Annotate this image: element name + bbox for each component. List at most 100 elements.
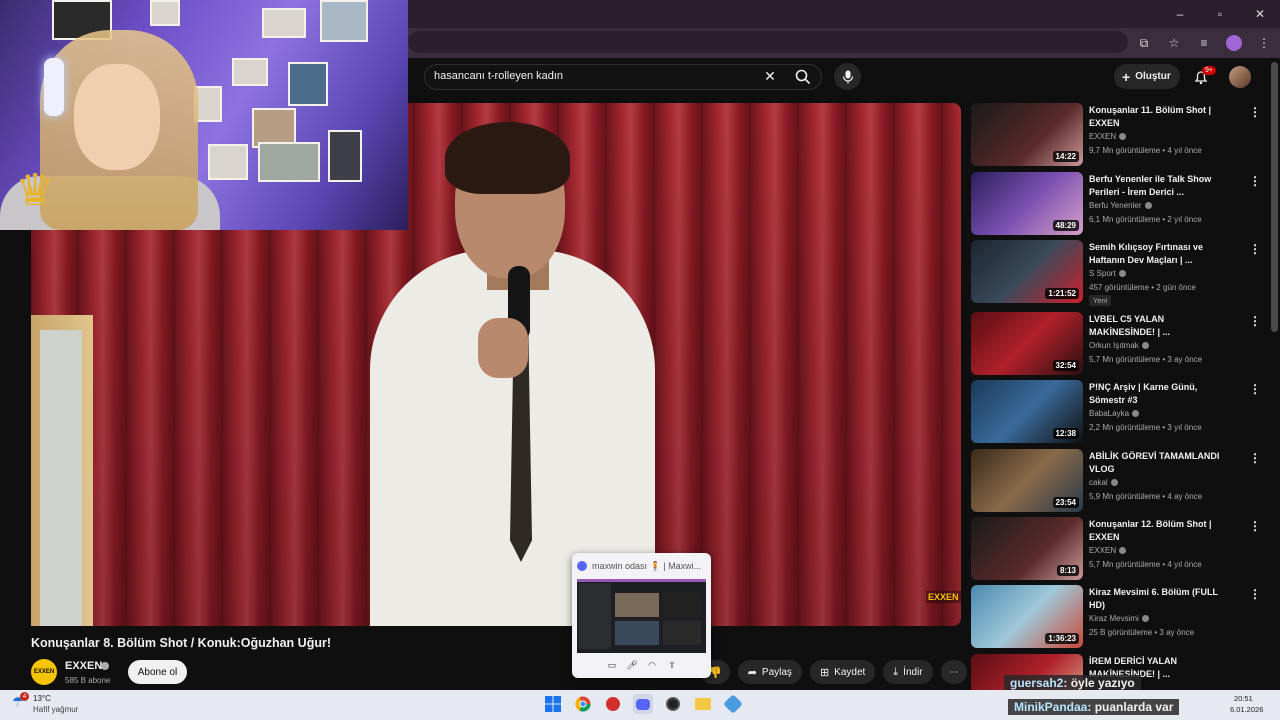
- video-action-bar: 👎 ➦ Paylaş ⊞ Kaydet ⤓ İndir ⋯: [700, 660, 967, 684]
- recommendation-item[interactable]: 14:22 Konuşanlar 11. Bölüm Shot | EXXEN …: [971, 103, 1261, 167]
- reading-list-icon[interactable]: ≡: [1196, 35, 1212, 51]
- clock-time[interactable]: 20:51: [1234, 694, 1253, 703]
- video-watermark: EXXEN: [926, 591, 961, 603]
- obs-icon[interactable]: [663, 694, 683, 714]
- settings-gear-icon[interactable]: [723, 694, 743, 714]
- recommendation-item[interactable]: 48:29 Berfu Yenenler ile Talk Show Peril…: [971, 172, 1261, 236]
- recommendation-title[interactable]: Semih Kılıçsoy Fırtınası ve Haftanın Dev…: [1089, 241, 1229, 267]
- kebab-menu-icon[interactable]: ⋮: [1249, 451, 1261, 465]
- recommendation-item[interactable]: 32:54 LVBEL C5 YALAN MAKİNESİNDE! | ... …: [971, 312, 1261, 376]
- minimize-button[interactable]: –: [1160, 0, 1200, 28]
- voice-search-button[interactable]: [834, 63, 861, 90]
- red-app-icon[interactable]: [603, 694, 623, 714]
- account-avatar[interactable]: [1229, 66, 1251, 88]
- kebab-menu-icon[interactable]: ⋮: [1249, 519, 1261, 533]
- recommendation-title[interactable]: Konuşanlar 11. Bölüm Shot | EXXEN: [1089, 104, 1229, 130]
- recommendation-title[interactable]: P!NÇ Arşiv | Karne Günü, Sömestr #3: [1089, 381, 1229, 407]
- chat-text: : puanlarda var: [1087, 700, 1174, 714]
- discord-icon[interactable]: [633, 694, 653, 714]
- save-button[interactable]: ⊞ Kaydet: [809, 660, 876, 684]
- video-person-hand: [478, 318, 528, 378]
- recommendation-title[interactable]: LVBEL C5 YALAN MAKİNESİNDE! | ...: [1089, 313, 1229, 339]
- recommendation-channel: Berfu Yenenler: [1089, 201, 1152, 210]
- camera-icon[interactable]: ▭: [606, 659, 618, 671]
- duration-label: 23:54: [1052, 497, 1079, 508]
- clear-search-icon[interactable]: ✕: [762, 68, 778, 84]
- video-title: Konuşanlar 8. Bölüm Shot / Konuk:Oğuzhan…: [31, 636, 331, 650]
- file-explorer-icon[interactable]: [693, 694, 713, 714]
- chrome-icon[interactable]: [573, 694, 593, 714]
- recommendation-meta: 2,2 Mn görüntüleme • 3 yıl önce: [1089, 423, 1202, 432]
- recommendation-meta: 25 B görüntüleme • 3 ay önce: [1089, 628, 1195, 637]
- weather-temperature[interactable]: 13°C: [33, 694, 51, 703]
- kebab-menu-icon[interactable]: ⋮: [1249, 105, 1261, 119]
- popup-call-controls: ▭ 🎤︎ ◠ ⇧: [606, 659, 678, 671]
- windows-start-icon[interactable]: [543, 694, 563, 714]
- taskbar-apps: [543, 694, 743, 714]
- kebab-menu-icon[interactable]: ⋮: [1249, 587, 1261, 601]
- close-window-button[interactable]: ✕: [1240, 0, 1280, 28]
- subscriber-count: 585 B abone: [65, 676, 111, 685]
- download-button[interactable]: ⤓ İndir: [883, 660, 933, 684]
- address-bar[interactable]: [408, 31, 1128, 53]
- profile-icon[interactable]: [1226, 35, 1242, 51]
- screen-share-icon[interactable]: ⇧: [666, 659, 678, 671]
- verified-check-icon: [1118, 270, 1126, 278]
- video-thumbnail[interactable]: 1:21:52: [971, 240, 1083, 303]
- popup-title: maxwin odası 🧍 | Maxwi...: [592, 561, 702, 571]
- recommendation-title[interactable]: Berfu Yenenler ile Talk Show Perileri - …: [1089, 173, 1229, 199]
- create-button[interactable]: + Oluştur: [1114, 64, 1180, 89]
- recommendation-item[interactable]: 1:21:52 Semih Kılıçsoy Fırtınası ve Haft…: [971, 240, 1261, 306]
- recommendation-item[interactable]: 23:54 ABİLİK GÖREVİ TAMAMLANDI VLOG caka…: [971, 449, 1261, 513]
- search-query-text[interactable]: hasancanı t-rolleyen kadın: [434, 70, 563, 82]
- microphone-icon[interactable]: 🎤︎: [626, 659, 638, 671]
- recommendation-channel: Kiraz Mevsimi: [1089, 614, 1149, 623]
- duration-label: 8:13: [1056, 565, 1079, 576]
- video-thumbnail[interactable]: 1:36:23: [971, 585, 1083, 648]
- video-thumbnail[interactable]: 12:38: [971, 380, 1083, 443]
- download-label: İndir: [903, 666, 923, 678]
- more-actions-button[interactable]: ⋯: [940, 660, 967, 684]
- recommendation-title[interactable]: Konuşanlar 12. Bölüm Shot | EXXEN: [1089, 518, 1229, 544]
- recommendation-item[interactable]: 8:13 Konuşanlar 12. Bölüm Shot | EXXEN E…: [971, 517, 1261, 581]
- streamer-headset: [44, 58, 64, 116]
- channel-name[interactable]: EXXEN: [65, 660, 102, 672]
- chat-text: : öyle yazıyo: [1063, 676, 1135, 690]
- duration-label: 1:36:23: [1045, 633, 1079, 644]
- video-thumbnail[interactable]: 32:54: [971, 312, 1083, 375]
- install-app-icon[interactable]: ⧉: [1136, 35, 1152, 51]
- channel-avatar[interactable]: EXXEN: [31, 659, 57, 685]
- kebab-menu-icon[interactable]: ⋮: [1249, 174, 1261, 188]
- popup-thumb-pane: [615, 593, 659, 617]
- clock-date[interactable]: 6.01.2026: [1230, 705, 1263, 714]
- headphones-icon[interactable]: ◠: [646, 659, 658, 671]
- recommendation-item[interactable]: 1:36:23 Kiraz Mevsimi 6. Bölüm (FULL HD)…: [971, 585, 1261, 649]
- browser-menu-icon[interactable]: ⋮: [1256, 35, 1272, 51]
- video-thumbnail[interactable]: 14:22: [971, 103, 1083, 166]
- video-thumbnail[interactable]: 23:54: [971, 449, 1083, 512]
- kebab-menu-icon[interactable]: ⋮: [1249, 382, 1261, 396]
- kebab-menu-icon[interactable]: ⋮: [1249, 314, 1261, 328]
- video-easel-board: [40, 330, 82, 626]
- weather-badge: 4: [20, 692, 29, 701]
- verified-check-icon: [1110, 479, 1118, 487]
- kebab-menu-icon[interactable]: ⋮: [1249, 242, 1261, 256]
- recommendation-title[interactable]: Kiraz Mevsimi 6. Bölüm (FULL HD): [1089, 586, 1229, 612]
- bookmark-star-icon[interactable]: ☆: [1166, 35, 1182, 51]
- chat-message: guersah2: öyle yazıyo: [1004, 675, 1141, 691]
- weather-description[interactable]: Hafif yağmur: [33, 705, 78, 714]
- share-button[interactable]: ➦ Paylaş: [737, 660, 802, 684]
- recommendation-meta: 9,7 Mn görüntüleme • 4 yıl önce: [1089, 146, 1202, 155]
- recommendation-item[interactable]: 12:38 P!NÇ Arşiv | Karne Günü, Sömestr #…: [971, 380, 1261, 444]
- subscribe-button[interactable]: Abone ol: [128, 660, 187, 684]
- video-thumbnail[interactable]: 8:13: [971, 517, 1083, 580]
- popup-thumb-pane: [663, 593, 701, 617]
- popup-window-thumbnail[interactable]: [577, 579, 706, 653]
- maximize-button[interactable]: ▫: [1200, 0, 1240, 28]
- search-button[interactable]: [788, 64, 818, 90]
- video-thumbnail[interactable]: 48:29: [971, 172, 1083, 235]
- recommendation-channel: cakal: [1089, 478, 1118, 487]
- page-scrollbar[interactable]: [1271, 62, 1278, 332]
- recommendation-title[interactable]: ABİLİK GÖREVİ TAMAMLANDI VLOG: [1089, 450, 1229, 476]
- window-controls: – ▫ ✕: [1160, 0, 1280, 28]
